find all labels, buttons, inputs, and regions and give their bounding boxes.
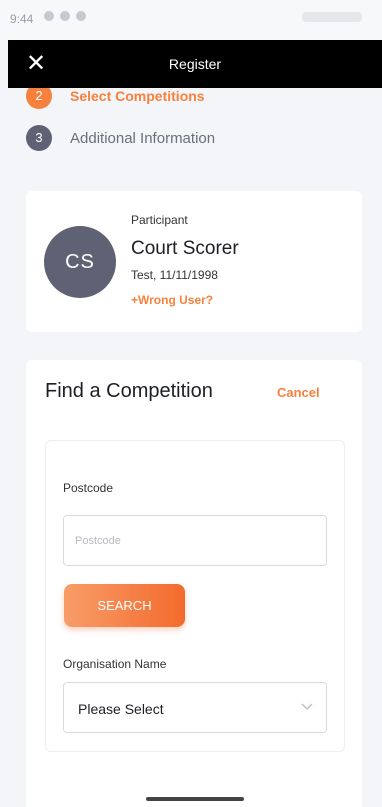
avatar: CS (44, 226, 116, 298)
participant-name: Court Scorer (131, 238, 239, 259)
notification-icon (76, 11, 86, 21)
status-time: 9:44 (10, 12, 34, 26)
chevron-down-icon (301, 703, 313, 710)
step-number: 3 (26, 125, 52, 151)
wrong-user-link[interactable]: +Wrong User? (131, 293, 213, 307)
participant-details: Test, 11/11/1998 (131, 268, 218, 282)
find-competition-card: Find a Competition Cancel Postcode SEARC… (26, 360, 362, 807)
postcode-label: Postcode (63, 481, 114, 495)
notification-icon (60, 11, 70, 21)
step-number: 2 (26, 88, 52, 109)
organisation-label: Organisation Name (63, 657, 167, 671)
organisation-selected-value: Please Select (78, 701, 164, 717)
cancel-button[interactable]: Cancel (277, 385, 320, 400)
notification-icon (44, 11, 54, 21)
step-additional-information: 3 Additional Information (26, 125, 215, 151)
status-bar: 9:44 (0, 0, 382, 40)
search-panel: Postcode SEARCH Organisation Name Please… (45, 440, 345, 752)
participant-card: CS Participant Court Scorer Test, 11/11/… (26, 191, 362, 332)
system-indicators (302, 12, 362, 22)
register-content: 2 Select Competitions 3 Additional Infor… (8, 88, 376, 807)
organisation-select[interactable]: Please Select (63, 682, 327, 733)
participant-label: Participant (131, 213, 188, 227)
step-label: Additional Information (70, 129, 216, 147)
find-competition-title: Find a Competition (45, 380, 213, 402)
postcode-input[interactable] (63, 515, 327, 566)
home-indicator[interactable] (146, 797, 244, 801)
search-button[interactable]: SEARCH (64, 584, 185, 627)
status-icons (44, 11, 86, 21)
step-label: Select Competitions (70, 88, 205, 104)
page-title: Register (168, 56, 222, 72)
step-select-competitions: 2 Select Competitions (26, 88, 205, 109)
app-bar: ✕ Register (8, 40, 382, 88)
